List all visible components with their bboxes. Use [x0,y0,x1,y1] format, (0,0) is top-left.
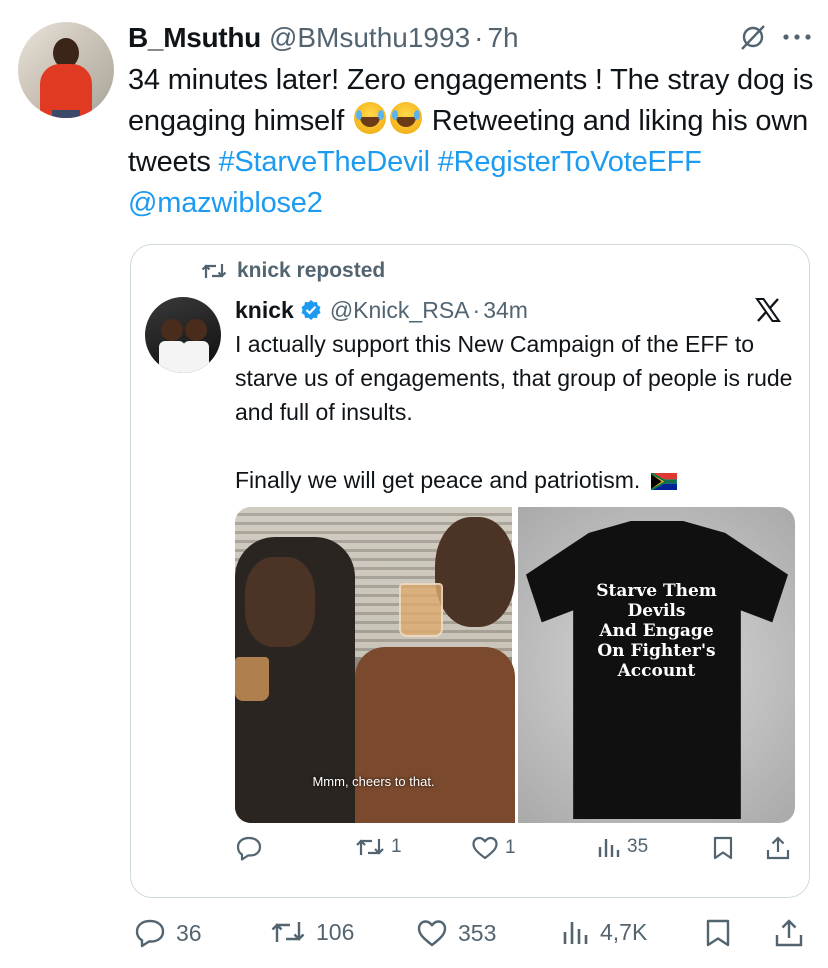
repost-count: 106 [316,918,355,945]
like-count: 353 [458,919,497,946]
bookmark-icon [704,918,732,948]
quoted-views-button[interactable]: 35 [597,835,648,859]
bookmark-button[interactable] [704,918,732,948]
quoted-repost-count: 1 [391,836,402,857]
laughing-emoji-icon [353,102,386,134]
avatar-figure-head [161,319,183,341]
tshirt-line: Starve Them [596,581,717,601]
tshirt-line: And Engage [599,621,714,641]
view-count: 4,7K [600,918,648,945]
quoted-time[interactable]: 34m [483,297,528,324]
heart-icon [416,918,448,948]
whisky-glass-shape [235,657,269,701]
quoted-display-name[interactable]: knick [235,297,294,324]
quoted-share-button[interactable] [765,835,791,861]
quoted-tweet-card[interactable]: knick reposted knick @Knick_RSA · 34m I … [130,244,810,898]
repost-button[interactable]: 106 [270,918,354,946]
quoted-handle[interactable]: @Knick_RSA [330,297,470,324]
video-subtitle: Mmm, cheers to that. [312,774,435,789]
repost-icon [355,835,385,859]
share-icon [765,835,791,861]
tshirt-line: On Fighter's [597,641,716,661]
tweet-text: 34 minutes later! Zero engagements ! The… [128,60,818,224]
views-button[interactable]: 4,7K [562,918,647,946]
quoted-media[interactable]: Mmm, cheers to that. Starve Them Devils … [235,507,795,823]
x-logo-icon [755,297,781,323]
tweet-action-bar: 36 106 353 4,7K [134,918,808,952]
avatar-legs-shape [52,110,80,118]
person-face-shape [435,517,515,627]
hashtag-link[interactable]: #StarveTheDevil [218,146,430,178]
repost-icon [270,918,306,946]
media-image-tshirt[interactable]: Starve Them Devils And Engage On Fighter… [518,507,795,823]
person-face-shape [245,557,315,647]
like-button[interactable]: 353 [416,918,496,948]
quoted-repost-button[interactable]: 1 [355,835,402,859]
reply-button[interactable]: 36 [134,918,202,948]
quoted-separator: · [472,296,481,323]
tshirt-line: Devils [627,601,686,621]
tshirt-print-text: Starve Them Devils And Engage On Fighter… [518,581,795,681]
mention-link[interactable]: @mazwiblose2 [128,187,323,219]
quoted-like-button[interactable]: 1 [471,835,516,861]
south-africa-flag-icon [650,465,678,491]
repost-label[interactable]: knick reposted [237,259,385,283]
reply-icon [134,918,166,948]
analytics-icon [597,835,621,859]
avatar-figure-shirt [159,341,185,373]
quoted-view-count: 35 [627,836,649,857]
quoted-paragraph: I actually support this New Campaign of … [235,331,793,425]
analytics-icon [562,918,590,946]
quoted-like-count: 1 [505,837,516,858]
person-figure [355,647,515,823]
header-separator: · [474,22,484,53]
quoted-bookmark-button[interactable] [711,835,735,861]
share-icon [774,918,804,948]
author-handle[interactable]: @BMsuthu1993 [269,22,470,54]
reply-count: 36 [176,919,202,946]
hashtag-link[interactable]: #RegisterToVoteEFF [438,146,702,178]
repost-indicator: knick reposted [201,259,385,283]
reply-icon [235,835,263,861]
share-button[interactable] [774,918,804,948]
bookmark-icon [711,835,735,861]
heart-icon [471,835,499,861]
whisky-glass-shape [399,583,443,637]
author-display-name[interactable]: B_Msuthu [128,22,261,54]
verified-badge-icon[interactable] [300,299,322,321]
quoted-paragraph: Finally we will get peace and patriotism… [235,467,641,493]
tweet-header: B_Msuthu @BMsuthu1993 · 7h [128,20,812,56]
tshirt-line: Account [617,661,696,681]
laughing-emoji-icon [389,102,422,134]
tweet-time[interactable]: 7h [487,22,518,54]
quoted-reply-button[interactable] [235,835,263,861]
media-image-cheers[interactable]: Mmm, cheers to that. [235,507,515,823]
repost-icon [201,261,227,281]
author-avatar[interactable] [18,22,114,118]
quoted-author-avatar[interactable] [145,297,221,373]
quoted-header: knick @Knick_RSA · 34m [235,295,795,325]
quoted-text: I actually support this New Campaign of … [235,327,801,497]
quoted-action-bar: 1 1 35 [235,835,797,865]
more-options-icon[interactable] [782,32,812,42]
avatar-figure-head [185,319,207,341]
avatar-figure-shirt [183,341,209,373]
grok-icon[interactable] [738,22,768,52]
